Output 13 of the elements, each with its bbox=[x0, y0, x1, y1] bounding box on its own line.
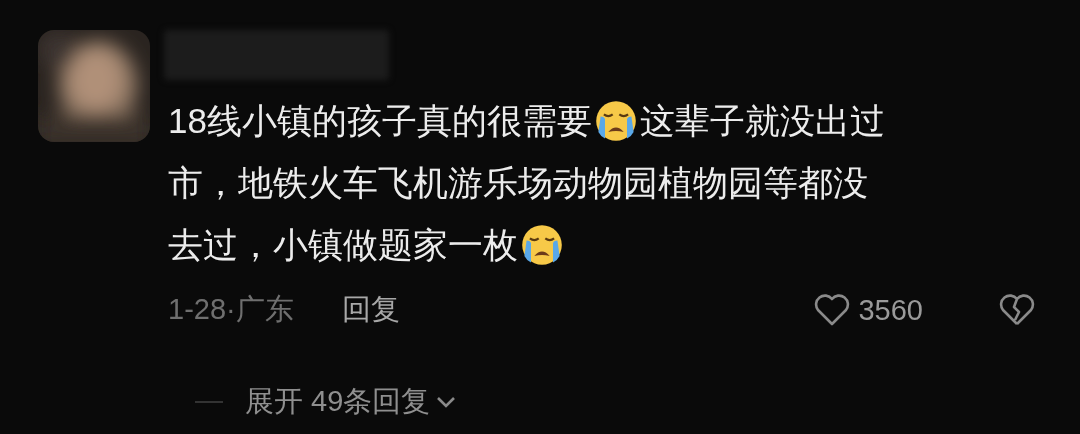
like-button[interactable]: 3560 bbox=[814, 293, 923, 327]
chevron-down-icon bbox=[436, 395, 457, 409]
heart-icon bbox=[814, 294, 851, 326]
crying-emoji-icon bbox=[520, 223, 564, 267]
date-location: 1-28·广东 bbox=[168, 292, 294, 327]
comment-text: 去过，小镇做题家一枚 bbox=[168, 223, 518, 266]
comment-text: 18线小镇的孩子真的很需要 bbox=[168, 99, 592, 142]
expand-replies-button[interactable]: 展开 49条回复 bbox=[245, 382, 457, 422]
comment-text: 市，地铁火车飞机游乐场动物园植物园等都没 bbox=[168, 161, 868, 204]
crying-emoji-icon bbox=[593, 99, 638, 143]
broken-heart-icon[interactable] bbox=[999, 294, 1035, 326]
reply-button[interactable]: 回复 bbox=[341, 290, 400, 330]
comment-text: 这辈子就没出过 bbox=[639, 99, 885, 142]
